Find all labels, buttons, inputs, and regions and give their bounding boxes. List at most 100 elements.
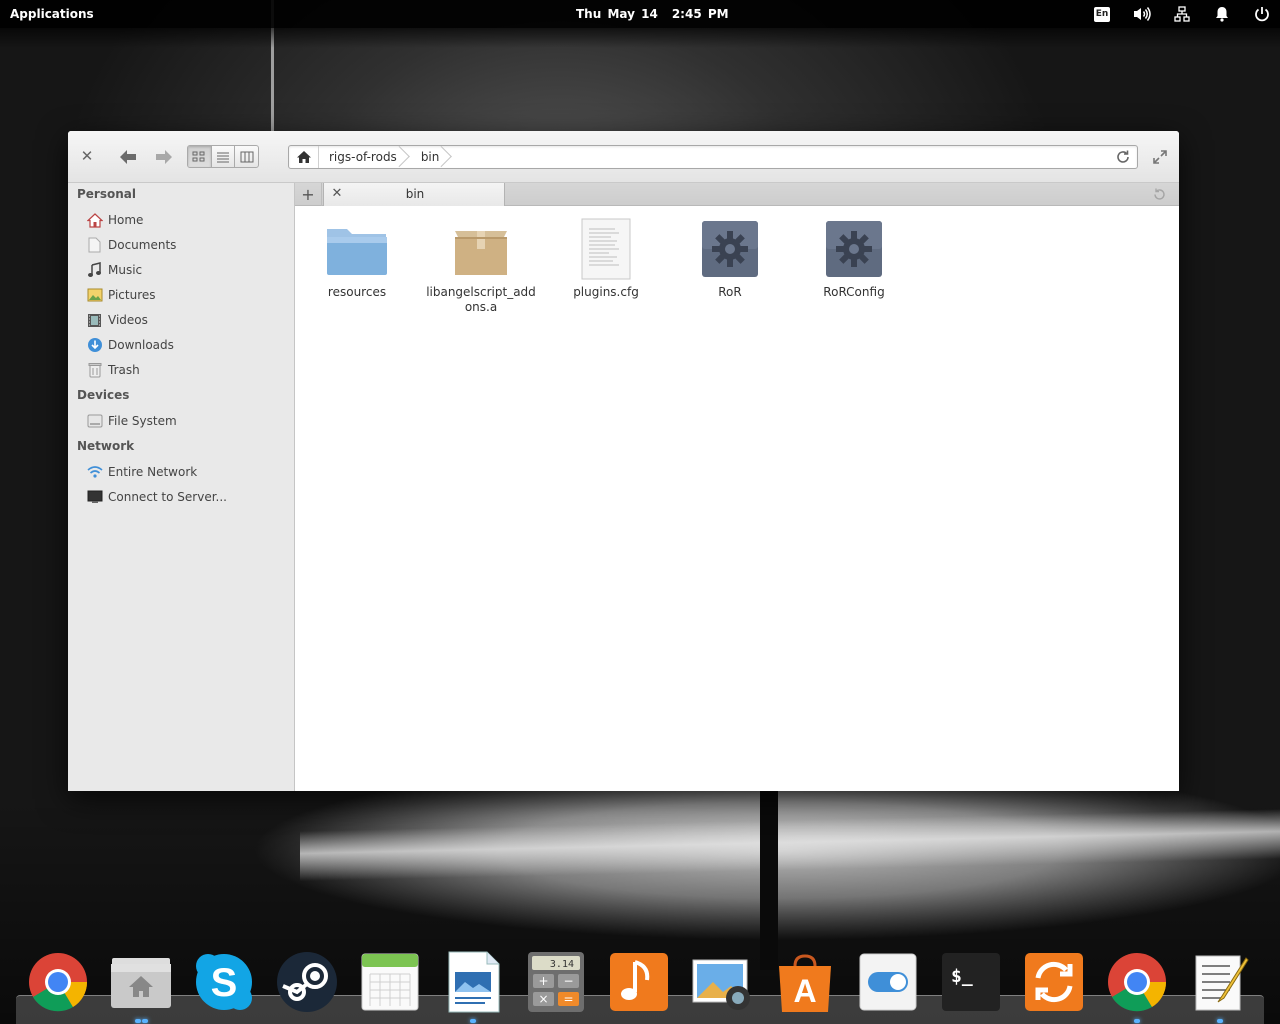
sidebar-item-entire-network[interactable]: Entire Network (86, 461, 286, 483)
close-window-button[interactable]: ✕ (79, 148, 95, 164)
file-name: libangelscript_addons.a (426, 285, 536, 314)
music-player-icon (610, 953, 668, 1011)
file-item-plugins-cfg[interactable]: plugins.cfg (551, 217, 661, 300)
file-item-libangelscript-addons[interactable]: libangelscript_addons.a (426, 217, 536, 315)
dock-item-steam[interactable] (275, 950, 339, 1014)
clock[interactable]: Thu May 14 2:45 PM (576, 7, 729, 21)
arrow-left-icon (120, 150, 136, 164)
notes-icon (1195, 955, 1249, 1011)
dock-item-files[interactable] (109, 950, 173, 1014)
file-item-rorconfig[interactable]: RoRConfig (799, 217, 909, 300)
sidebar-item-documents[interactable]: Documents (86, 234, 286, 256)
executable-gear-icon (698, 217, 762, 281)
downloads-icon (86, 337, 103, 354)
sidebar-item-downloads[interactable]: Downloads (86, 334, 286, 356)
breadcrumb-bin[interactable]: bin (411, 146, 454, 168)
executable-gear-icon (822, 217, 886, 281)
applications-menu-button[interactable]: Applications (10, 7, 94, 21)
sidebar-item-label: Videos (108, 313, 148, 327)
settings-toggle-icon (859, 953, 917, 1011)
terminal-prompt: $_ (951, 966, 973, 987)
dock-item-skype[interactable]: S (192, 950, 256, 1014)
dock-item-writer[interactable] (441, 950, 505, 1014)
file-name: plugins.cfg (573, 285, 639, 299)
sidebar-item-label: Trash (108, 363, 140, 377)
breadcrumb-home[interactable] (289, 146, 319, 168)
column-view-button[interactable] (235, 146, 258, 167)
network-icon (1174, 6, 1190, 22)
volume-indicator[interactable] (1132, 4, 1152, 24)
trash-icon (86, 362, 103, 379)
sidebar-item-label: Music (108, 263, 143, 277)
tab-bin[interactable]: ✕ bin (323, 183, 505, 206)
svg-text:+: + (538, 974, 548, 988)
reload-button[interactable] (1115, 149, 1131, 165)
dock-item-terminal[interactable]: $_ (939, 950, 1003, 1014)
panel-shadow (0, 28, 1280, 48)
dock-item-chrome-2[interactable] (1105, 950, 1169, 1014)
power-indicator[interactable] (1252, 4, 1272, 24)
sidebar-item-label: Home (108, 213, 144, 227)
location-bar[interactable]: rigs-of-rods bin (288, 145, 1138, 169)
chrome-icon (29, 953, 88, 1012)
file-item-resources[interactable]: resources (302, 217, 412, 300)
sidebar-item-home[interactable]: Home (86, 209, 286, 231)
file-name: RoR (718, 285, 742, 299)
folder-icon (325, 217, 389, 281)
writer-icon (448, 951, 500, 1013)
header-bar: ✕ rigs-of-rods bin (68, 131, 1179, 183)
indicator-area: En (1072, 4, 1272, 24)
file-view: resources libangelscript_addons.a plugin… (296, 207, 1179, 791)
videos-icon (86, 312, 103, 329)
tab-label: bin (405, 187, 425, 201)
file-manager-window: ✕ rigs-of-rods bin Personal Home Documen… (68, 131, 1179, 791)
running-indicator (1134, 1019, 1140, 1023)
svg-text:=: = (563, 992, 573, 1006)
dock-item-calculator[interactable]: 3.14 + − × = (524, 950, 588, 1014)
restore-tab-button[interactable] (1152, 187, 1167, 202)
sidebar-item-pictures[interactable]: Pictures (86, 284, 286, 306)
updater-icon (1025, 953, 1083, 1011)
file-name: RoRConfig (823, 285, 885, 299)
list-view-button[interactable] (212, 146, 236, 167)
breadcrumb-rigs-of-rods[interactable]: rigs-of-rods (319, 146, 411, 168)
keyboard-layout-icon: En (1094, 6, 1110, 22)
network-indicator[interactable] (1172, 4, 1192, 24)
dock-item-notes[interactable] (1188, 950, 1252, 1014)
back-button[interactable] (117, 146, 139, 168)
dock-item-photos[interactable] (690, 950, 754, 1014)
sidebar-item-connect-to-server[interactable]: Connect to Server... (86, 486, 286, 508)
dock-item-software-center[interactable]: A (773, 950, 837, 1014)
dock-item-calendar[interactable] (358, 950, 422, 1014)
calendar-icon (361, 953, 419, 1011)
maximize-button[interactable] (1152, 149, 1168, 165)
sidebar-item-label: Documents (108, 238, 177, 252)
sidebar-item-trash[interactable]: Trash (86, 359, 286, 381)
icon-view-button[interactable] (188, 146, 212, 167)
reload-icon (1117, 150, 1129, 163)
calculator-display: 3.14 (550, 959, 574, 970)
sidebar-heading-personal: Personal (77, 187, 136, 201)
new-tab-button[interactable]: + (295, 183, 322, 206)
svg-text:−: − (563, 974, 573, 988)
drive-icon (86, 413, 103, 430)
forward-button[interactable] (153, 146, 175, 168)
pictures-icon (86, 287, 103, 304)
home-icon (296, 151, 311, 163)
dock-item-settings[interactable] (856, 950, 920, 1014)
grid-icon (192, 151, 205, 161)
svg-text:S: S (211, 961, 238, 1005)
dock-item-music-player[interactable] (607, 950, 671, 1014)
running-indicator (470, 1019, 476, 1023)
sidebar-item-videos[interactable]: Videos (86, 309, 286, 331)
dock-item-updater[interactable] (1022, 950, 1086, 1014)
calculator-icon: 3.14 + − × = (528, 952, 584, 1012)
sidebar-item-file-system[interactable]: File System (86, 410, 286, 432)
notifications-icon (1216, 7, 1228, 22)
keyboard-layout-indicator[interactable]: En (1092, 4, 1112, 24)
file-item-ror[interactable]: RoR (675, 217, 785, 300)
notifications-indicator[interactable] (1212, 4, 1232, 24)
sidebar-item-music[interactable]: Music (86, 259, 286, 281)
dock-item-chrome[interactable] (26, 950, 90, 1014)
volume-icon (1134, 7, 1151, 21)
